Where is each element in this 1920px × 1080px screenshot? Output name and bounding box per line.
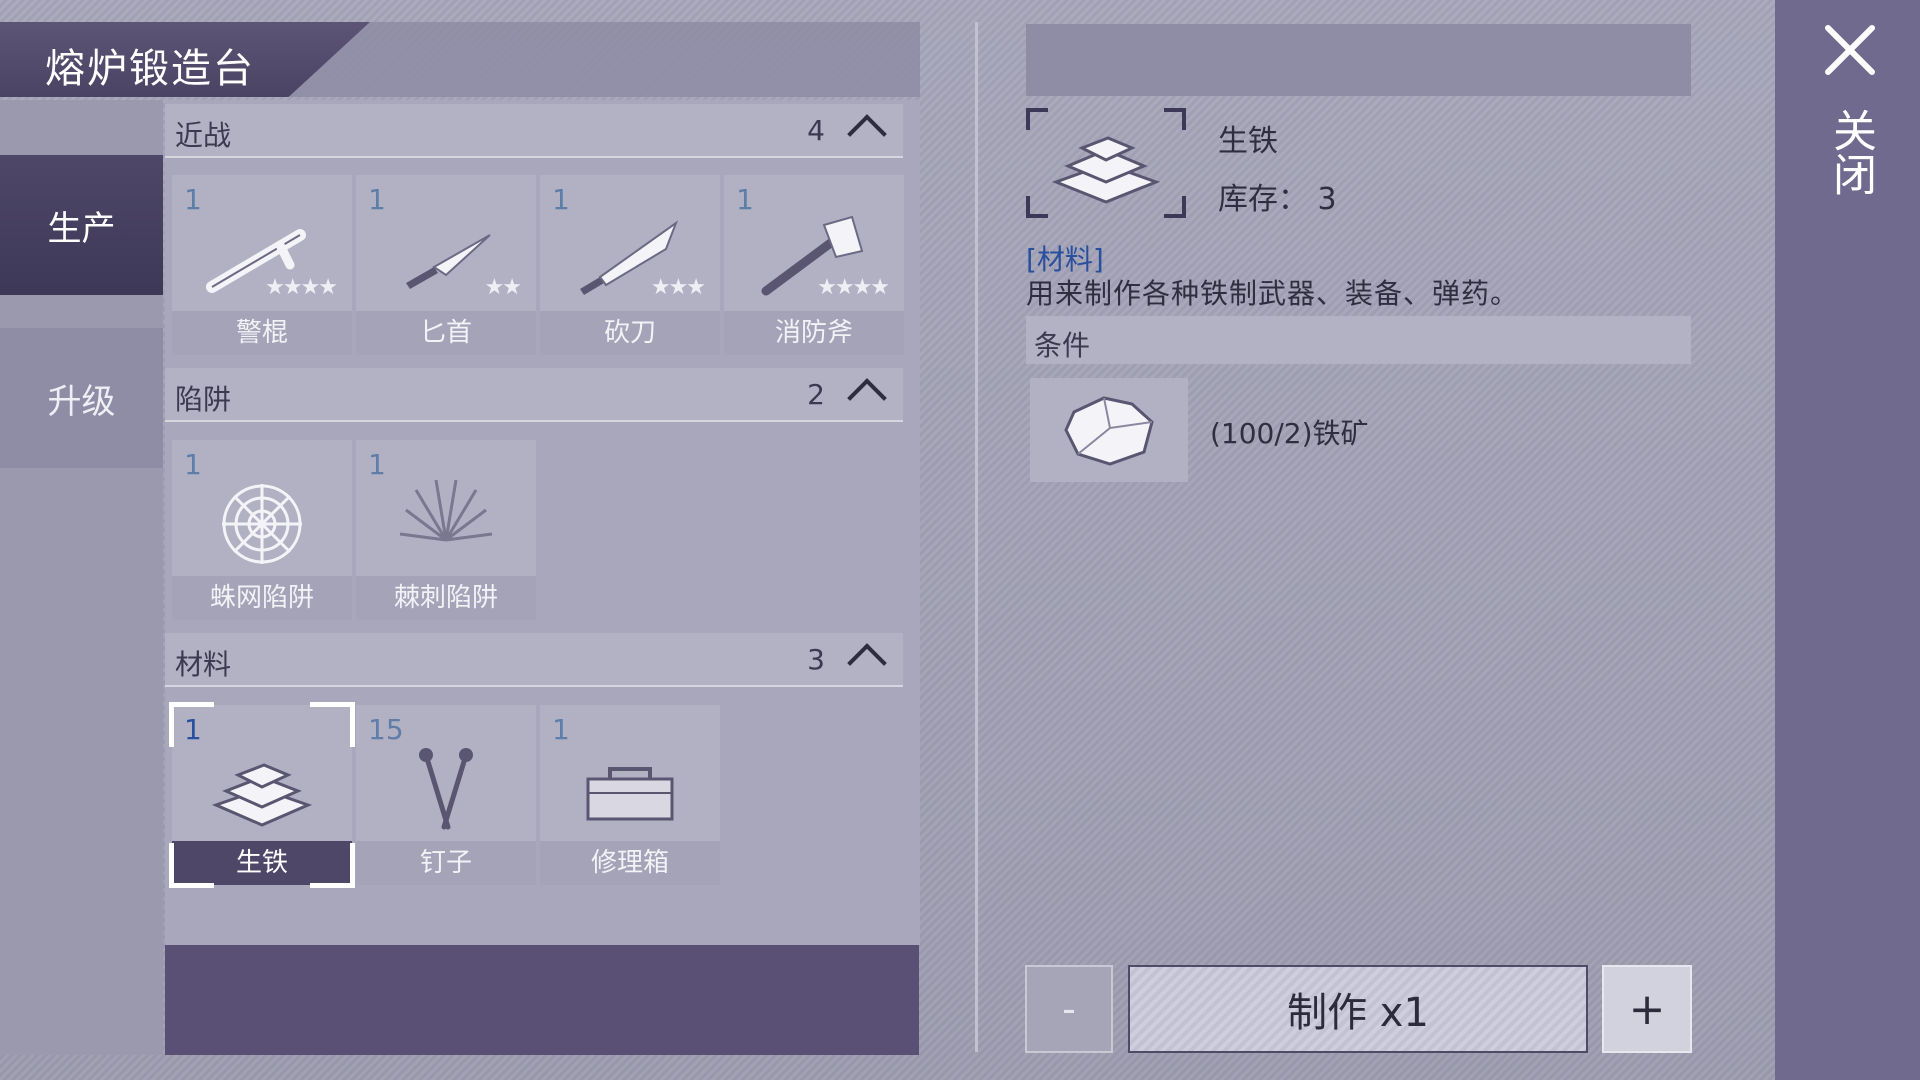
rarity-stars: ★★★ — [650, 275, 706, 300]
requirement-icon-box[interactable] — [1030, 378, 1188, 482]
item-count: 1 — [736, 183, 754, 216]
nav-tab-production[interactable]: 生产 — [0, 155, 163, 295]
selection-corner — [169, 702, 214, 747]
conditions-title: 条件 — [1034, 329, 1091, 362]
close-icon[interactable] — [1822, 22, 1878, 78]
detail-icon-frame — [1026, 108, 1186, 218]
toolbox-icon — [586, 767, 674, 821]
section-header-materials[interactable]: 材料 3 — [165, 633, 903, 687]
item-label: 匕首 — [356, 311, 536, 355]
detail-description: 用来制作各种铁制武器、装备、弹药。 — [1026, 277, 1520, 310]
section-title: 材料 — [175, 648, 232, 681]
item-label: 棘刺陷阱 — [356, 576, 536, 620]
item-label: 消防斧 — [724, 311, 904, 355]
window-title: 熔炉锻造台 — [45, 46, 255, 92]
section-title: 陷阱 — [175, 383, 232, 416]
spike-trap-icon — [399, 479, 493, 542]
requirement-text: (100/2)铁矿 — [1210, 417, 1369, 450]
item-label: 警棍 — [172, 311, 352, 355]
item-count: 1 — [368, 448, 386, 481]
recipe-card-dagger[interactable]: 1 ★★ 匕首 — [356, 175, 536, 355]
item-label: 砍刀 — [540, 311, 720, 355]
iron-ingot-icon — [1026, 108, 1186, 218]
selection-corner — [310, 843, 355, 888]
chevron-up-icon[interactable] — [847, 378, 887, 418]
detail-stock: 库存： 3 — [1218, 182, 1337, 217]
recipe-card-pig-iron[interactable]: 1 生铁 — [169, 702, 355, 888]
item-label: 蛛网陷阱 — [172, 576, 352, 620]
item-count: 1 — [184, 448, 202, 481]
recipe-card-machete[interactable]: 1 ★★★ 砍刀 — [540, 175, 720, 355]
section-header-melee[interactable]: 近战 4 — [165, 104, 903, 158]
iron-ingot-icon — [211, 763, 313, 827]
nav-tab-upgrade[interactable]: 升级 — [0, 328, 163, 468]
chevron-up-icon[interactable] — [847, 114, 887, 154]
rarity-stars: ★★★★ — [265, 275, 338, 300]
item-label: 修理箱 — [540, 841, 720, 885]
item-label: 钉子 — [356, 841, 536, 885]
section-count: 3 — [807, 643, 825, 676]
selection-corner — [169, 843, 214, 888]
rarity-stars: ★★ — [484, 275, 522, 300]
recipe-card-web-trap[interactable]: 1 蛛网陷阱 — [172, 440, 352, 620]
detail-header-bar — [1026, 24, 1691, 96]
item-count: 1 — [184, 183, 202, 216]
item-count: 1 — [552, 183, 570, 216]
chevron-up-icon[interactable] — [847, 643, 887, 683]
nails-icon — [419, 748, 473, 830]
recipe-card-fire-axe[interactable]: 1 ★★★★ 消防斧 — [724, 175, 904, 355]
craft-button[interactable]: 制作 x1 — [1128, 965, 1588, 1053]
item-count: 1 — [368, 183, 386, 216]
close-label[interactable]: 关闭 — [1822, 108, 1878, 196]
item-count: 1 — [552, 713, 570, 746]
panel-divider — [975, 22, 978, 1052]
list-footer-bar — [165, 945, 919, 1055]
recipe-card-spike-trap[interactable]: 1 棘刺陷阱 — [356, 440, 536, 620]
iron-ore-icon — [1064, 396, 1154, 466]
detail-item-name: 生铁 — [1218, 124, 1278, 159]
rarity-stars: ★★★★ — [817, 275, 890, 300]
web-trap-icon — [222, 484, 302, 564]
list-header-bar — [290, 22, 920, 97]
recipe-card-baton[interactable]: 1 ★★★★ 警棍 — [172, 175, 352, 355]
section-title: 近战 — [175, 119, 232, 152]
section-count: 4 — [807, 114, 825, 147]
conditions-header: 条件 — [1026, 316, 1691, 364]
recipe-card-nails[interactable]: 15 钉子 — [356, 705, 536, 885]
selection-corner — [310, 702, 355, 747]
section-header-traps[interactable]: 陷阱 2 — [165, 368, 903, 422]
recipe-card-toolbox[interactable]: 1 修理箱 — [540, 705, 720, 885]
increase-button[interactable]: + — [1602, 965, 1692, 1053]
section-count: 2 — [807, 378, 825, 411]
decrease-button[interactable]: - — [1025, 965, 1113, 1053]
